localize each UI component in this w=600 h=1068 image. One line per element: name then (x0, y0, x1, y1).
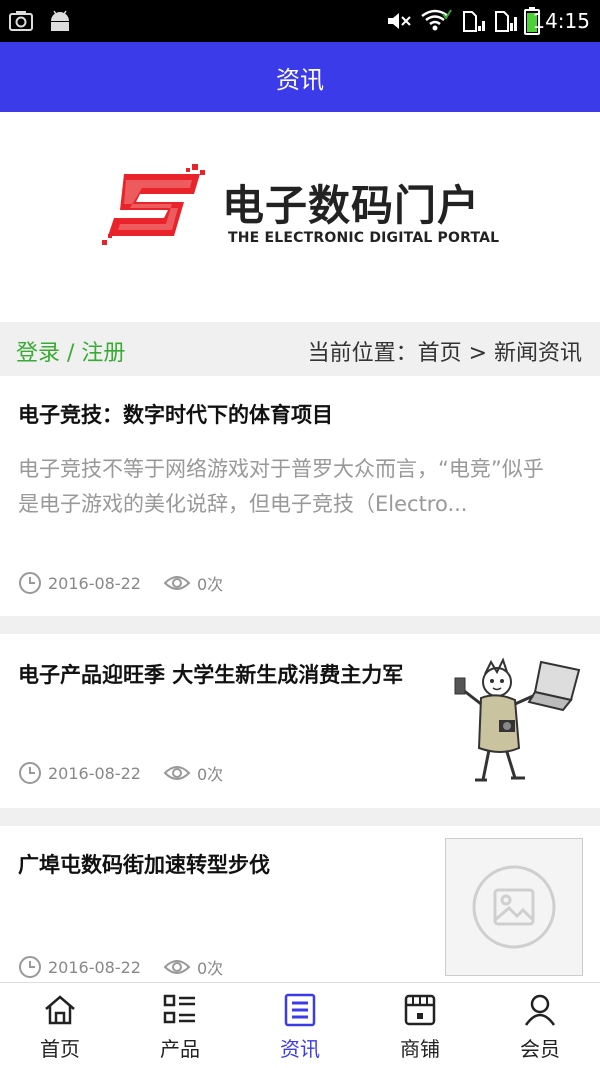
android-icon (51, 10, 69, 31)
divider (0, 616, 600, 634)
tab-store[interactable]: 商铺 (360, 983, 480, 1068)
article-views: 0次 (196, 765, 224, 784)
brand-name-en: THE ELECTRONIC DIGITAL PORTAL (228, 230, 500, 246)
tab-home[interactable]: 首页 (0, 983, 120, 1068)
store-icon (404, 994, 436, 1026)
divider (0, 808, 600, 826)
brand-name-cn: 电子数码门户 (222, 181, 481, 230)
clock-icon (19, 572, 41, 594)
tab-member[interactable]: 会员 (480, 983, 600, 1068)
tab-news[interactable]: 资讯 (240, 983, 360, 1068)
article-item[interactable]: 广埠屯数码街加速转型步伐 2016-08-22 0次 (0, 826, 600, 982)
article-title[interactable]: 广埠屯数码街加速转型步伐 (18, 850, 418, 880)
eye-icon (163, 576, 191, 590)
clock: 14:15 (532, 9, 590, 33)
wifi-icon (421, 9, 452, 31)
article-views: 0次 (196, 575, 224, 594)
user-icon (524, 994, 556, 1026)
tab-label: 资讯 (280, 1037, 320, 1061)
clock-icon (19, 762, 41, 784)
brand-logo-icon (102, 164, 205, 245)
status-bar: 14:15 (0, 0, 600, 42)
page-title: 资讯 (276, 66, 324, 94)
article-thumbnail-placeholder[interactable] (445, 838, 583, 976)
tab-label: 会员 (520, 1037, 560, 1061)
login-register-link[interactable]: 登录 / 注册 (16, 335, 125, 367)
eye-icon (163, 960, 191, 974)
clock-icon (19, 956, 41, 978)
banner: 电子数码门户 THE ELECTRONIC DIGITAL PORTAL (0, 112, 600, 322)
bottom-nav: 首页 产品 资讯 商铺 会员 (0, 982, 600, 1068)
article-meta: 2016-08-22 0次 (18, 570, 223, 596)
list-icon (163, 994, 195, 1024)
article-title[interactable]: 电子竞技：数字时代下的体育项目 (18, 400, 578, 430)
mute-icon (388, 13, 411, 29)
eye-icon (163, 766, 191, 780)
article-meta: 2016-08-22 0次 (18, 954, 223, 980)
tab-label: 产品 (160, 1037, 200, 1061)
sim2-signal-icon (495, 11, 517, 32)
breadcrumb: 当前位置：首页 > 新闻资讯 (307, 341, 582, 366)
article-date: 2016-08-22 (48, 763, 141, 783)
tab-label: 首页 (40, 1037, 80, 1061)
article-thumbnail[interactable] (445, 648, 583, 786)
article-excerpt: 电子竞技不等于网络游戏对于普罗大众而言，“电竞”似乎是电子游戏的美化说辞，但电子… (18, 457, 544, 516)
article-date: 2016-08-22 (48, 573, 141, 593)
news-icon (284, 993, 316, 1027)
sim1-signal-icon (463, 11, 485, 32)
tab-products[interactable]: 产品 (120, 983, 240, 1068)
screenshot-icon (9, 11, 33, 31)
article-title[interactable]: 电子产品迎旺季 大学生新生成消费主力军 (18, 660, 418, 690)
article-meta: 2016-08-22 0次 (18, 760, 223, 786)
article-views: 0次 (196, 959, 224, 978)
app-bar: 资讯 (0, 42, 600, 112)
article-date: 2016-08-22 (48, 957, 141, 977)
article-item[interactable]: 电子产品迎旺季 大学生新生成消费主力军 2016-08-22 0次 (0, 636, 600, 808)
breadcrumb-bar: 登录 / 注册 当前位置：首页 > 新闻资讯 (0, 322, 600, 376)
home-icon (45, 995, 75, 1025)
tab-label: 商铺 (400, 1037, 440, 1061)
image-placeholder-icon (472, 865, 556, 949)
article-item[interactable]: 电子竞技：数字时代下的体育项目 电子竞技不等于网络游戏对于普罗大众而言，“电竞”… (0, 376, 600, 616)
